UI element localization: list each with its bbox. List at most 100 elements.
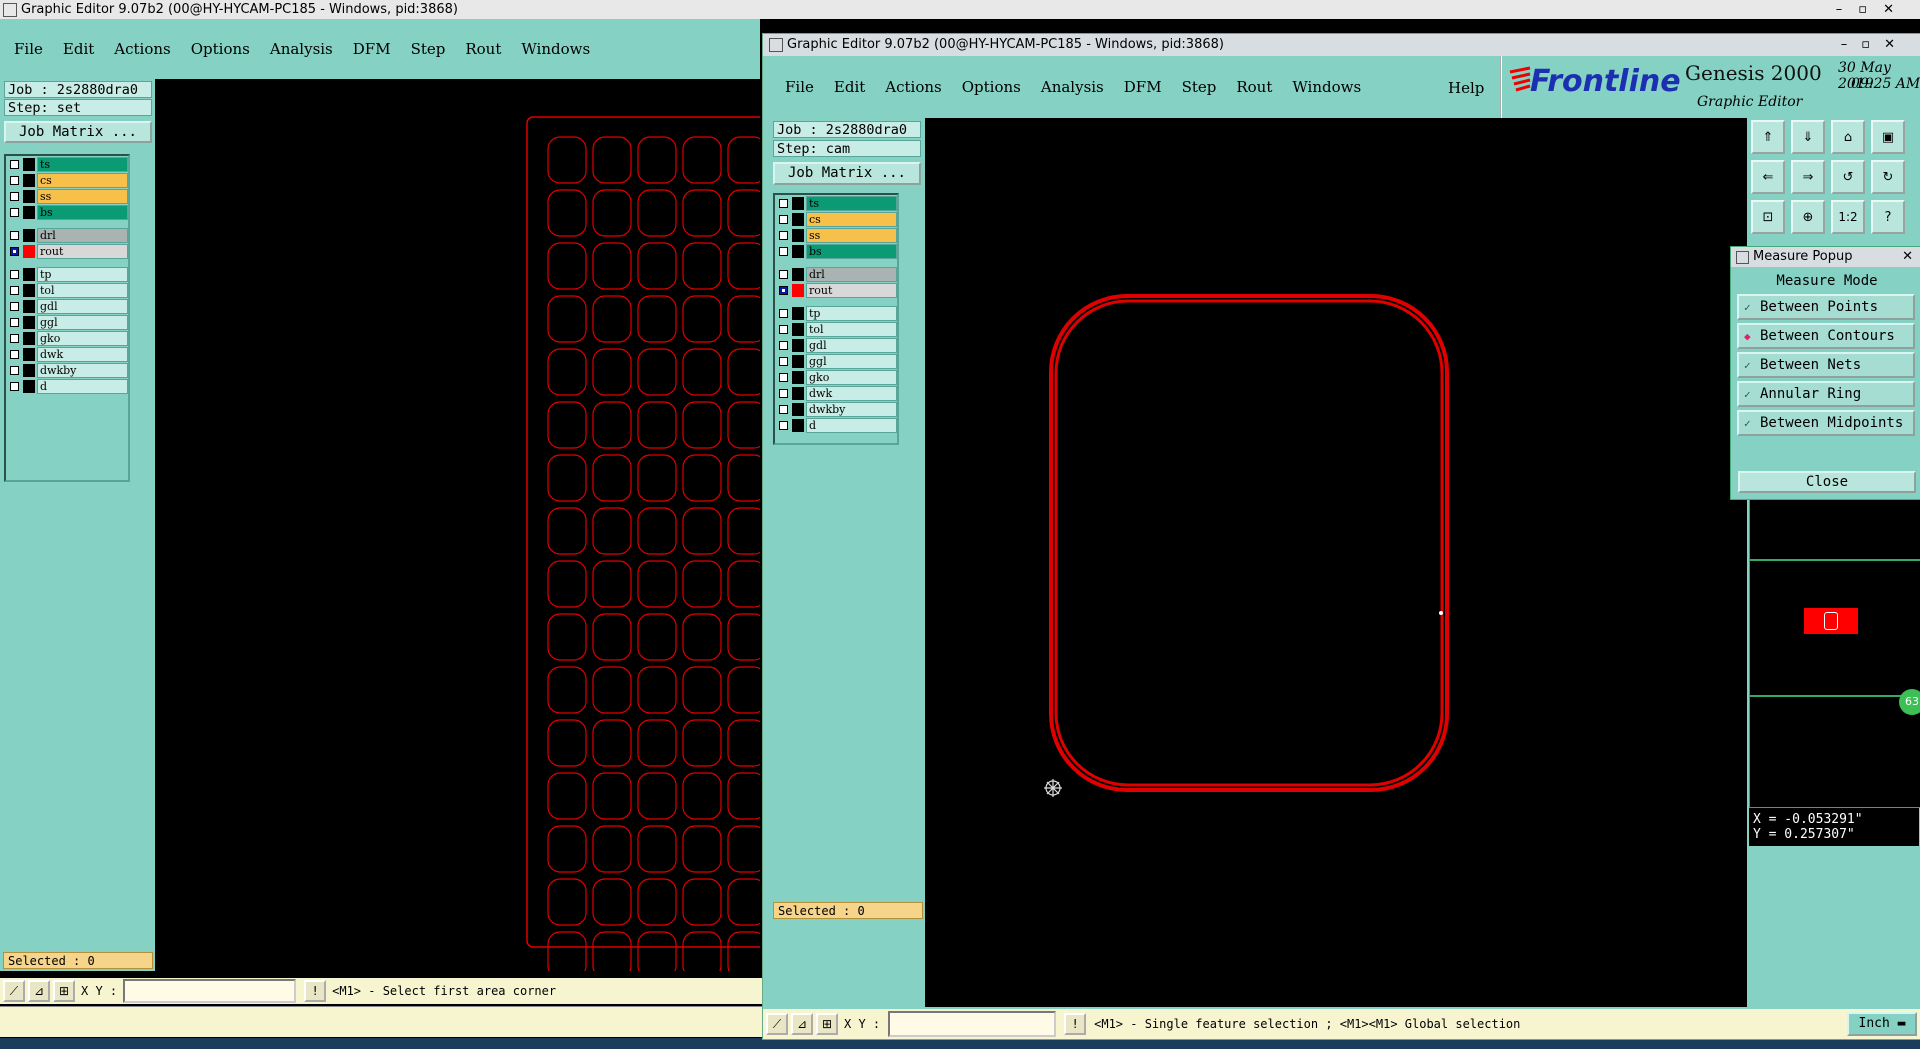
- arrow-left-icon[interactable]: ⇐: [1751, 160, 1785, 194]
- layer-swatch[interactable]: [792, 355, 804, 368]
- layer-checkbox[interactable]: [779, 389, 788, 398]
- layer-row-ggl[interactable]: ggl: [6, 315, 128, 330]
- back-menu-rout[interactable]: Rout: [465, 40, 501, 58]
- back-xy-input[interactable]: [123, 979, 297, 1003]
- layer-checkbox[interactable]: [10, 318, 19, 327]
- layer-checkbox[interactable]: [779, 341, 788, 350]
- layer-row-cs[interactable]: cs: [6, 173, 128, 188]
- front-menu-windows[interactable]: Windows: [1292, 78, 1361, 96]
- layer-row-rout[interactable]: rout: [6, 244, 128, 259]
- layer-name[interactable]: gdl: [37, 299, 128, 314]
- back-canvas[interactable]: [155, 79, 760, 971]
- layer-swatch[interactable]: [792, 323, 804, 336]
- layer-row-ss[interactable]: ss: [6, 189, 128, 204]
- layer-row-ts[interactable]: ts: [775, 196, 897, 211]
- front-menu-rout[interactable]: Rout: [1236, 78, 1272, 96]
- layer-checkbox[interactable]: [779, 286, 788, 295]
- layer-checkbox[interactable]: [779, 357, 788, 366]
- layer-swatch[interactable]: [792, 229, 804, 242]
- window-icon[interactable]: ▣: [1871, 120, 1905, 154]
- layer-swatch[interactable]: [23, 316, 35, 329]
- layer-name[interactable]: bs: [37, 205, 128, 220]
- layer-swatch[interactable]: [792, 213, 804, 226]
- layer-row-bs[interactable]: bs: [775, 244, 897, 259]
- back-menu-file[interactable]: File: [14, 40, 43, 58]
- zoom-home-icon[interactable]: ⊕: [1791, 200, 1825, 234]
- front-menu-step[interactable]: Step: [1182, 78, 1217, 96]
- layer-swatch[interactable]: [792, 403, 804, 416]
- layer-checkbox[interactable]: [10, 208, 19, 217]
- back-menu-step[interactable]: Step: [411, 40, 446, 58]
- front-info-icon[interactable]: !: [1064, 1013, 1087, 1035]
- layer-row-drl[interactable]: drl: [6, 228, 128, 243]
- measure-option[interactable]: ✓ Between Midpoints: [1737, 410, 1915, 436]
- layer-row-ss[interactable]: ss: [775, 228, 897, 243]
- back-menu-options[interactable]: Options: [191, 40, 250, 58]
- layer-name[interactable]: gdl: [806, 338, 897, 353]
- layer-name[interactable]: dwk: [37, 347, 128, 362]
- front-minimize-icon[interactable]: –: [1841, 37, 1862, 52]
- layer-row-tol[interactable]: tol: [6, 283, 128, 298]
- layer-swatch[interactable]: [792, 245, 804, 258]
- front-measure-tool-icon[interactable]: ⊿: [791, 1013, 813, 1035]
- layer-swatch[interactable]: [23, 190, 35, 203]
- front-menu-edit[interactable]: Edit: [834, 78, 865, 96]
- layer-row-tp[interactable]: tp: [775, 306, 897, 321]
- front-menu-actions[interactable]: Actions: [885, 78, 941, 96]
- layer-checkbox[interactable]: [10, 160, 19, 169]
- close-icon[interactable]: ✕: [1883, 2, 1910, 17]
- grid-tool-icon[interactable]: ⊞: [53, 980, 75, 1002]
- layer-checkbox[interactable]: [779, 215, 788, 224]
- layer-checkbox[interactable]: [10, 247, 19, 256]
- unit-select[interactable]: Inch ▬: [1847, 1012, 1917, 1036]
- layer-row-rout[interactable]: rout: [775, 283, 897, 298]
- layer-row-dwkby[interactable]: dwkby: [775, 402, 897, 417]
- layer-checkbox[interactable]: [10, 270, 19, 279]
- layer-name[interactable]: ggl: [806, 354, 897, 369]
- front-menu-dfm[interactable]: DFM: [1124, 78, 1162, 96]
- back-menu-edit[interactable]: Edit: [63, 40, 94, 58]
- layer-swatch[interactable]: [792, 387, 804, 400]
- layer-checkbox[interactable]: [779, 270, 788, 279]
- back-window-titlebar[interactable]: Graphic Editor 9.07b2 (00@HY-HYCAM-PC185…: [0, 0, 1920, 19]
- layer-swatch[interactable]: [792, 268, 804, 281]
- layer-checkbox[interactable]: [779, 373, 788, 382]
- layer-name[interactable]: ss: [37, 189, 128, 204]
- layer-row-tol[interactable]: tol: [775, 322, 897, 337]
- layer-swatch[interactable]: [23, 332, 35, 345]
- layer-swatch[interactable]: [23, 206, 35, 219]
- layer-swatch[interactable]: [792, 419, 804, 432]
- layer-checkbox[interactable]: [779, 325, 788, 334]
- popup-close-icon[interactable]: ✕: [1902, 247, 1913, 267]
- front-window-titlebar[interactable]: Graphic Editor 9.07b2 (00@HY-HYCAM-PC185…: [763, 34, 1920, 56]
- layer-row-gko[interactable]: gko: [775, 370, 897, 385]
- layer-name[interactable]: tol: [37, 283, 128, 298]
- layer-swatch[interactable]: [23, 158, 35, 171]
- layer-name[interactable]: gko: [37, 331, 128, 346]
- back-menu-analysis[interactable]: Analysis: [270, 40, 333, 58]
- layer-checkbox[interactable]: [10, 176, 19, 185]
- layer-name[interactable]: rout: [37, 244, 128, 259]
- layer-row-dwk[interactable]: dwk: [775, 386, 897, 401]
- front-job-matrix-button[interactable]: Job Matrix ...: [773, 162, 921, 185]
- download-icon[interactable]: ⇓: [1791, 120, 1825, 154]
- layer-name[interactable]: ts: [37, 157, 128, 172]
- layer-checkbox[interactable]: [779, 231, 788, 240]
- layer-name[interactable]: dwkby: [37, 363, 128, 378]
- layer-swatch[interactable]: [23, 245, 35, 258]
- layer-checkbox[interactable]: [10, 350, 19, 359]
- layer-checkbox[interactable]: [10, 286, 19, 295]
- layer-checkbox[interactable]: [779, 405, 788, 414]
- layer-swatch[interactable]: [792, 371, 804, 384]
- front-xy-input[interactable]: [888, 1011, 1057, 1037]
- maximize-icon[interactable]: ▫: [1858, 2, 1883, 17]
- layer-name[interactable]: bs: [806, 244, 897, 259]
- front-select-tool-icon[interactable]: ⟋: [766, 1013, 788, 1035]
- select-tool-icon[interactable]: ⟋: [3, 980, 25, 1002]
- layer-row-dwk[interactable]: dwk: [6, 347, 128, 362]
- front-menu-options[interactable]: Options: [962, 78, 1021, 96]
- layer-row-tp[interactable]: tp: [6, 267, 128, 282]
- layer-name[interactable]: tol: [806, 322, 897, 337]
- layer-checkbox[interactable]: [779, 247, 788, 256]
- layer-row-ggl[interactable]: ggl: [775, 354, 897, 369]
